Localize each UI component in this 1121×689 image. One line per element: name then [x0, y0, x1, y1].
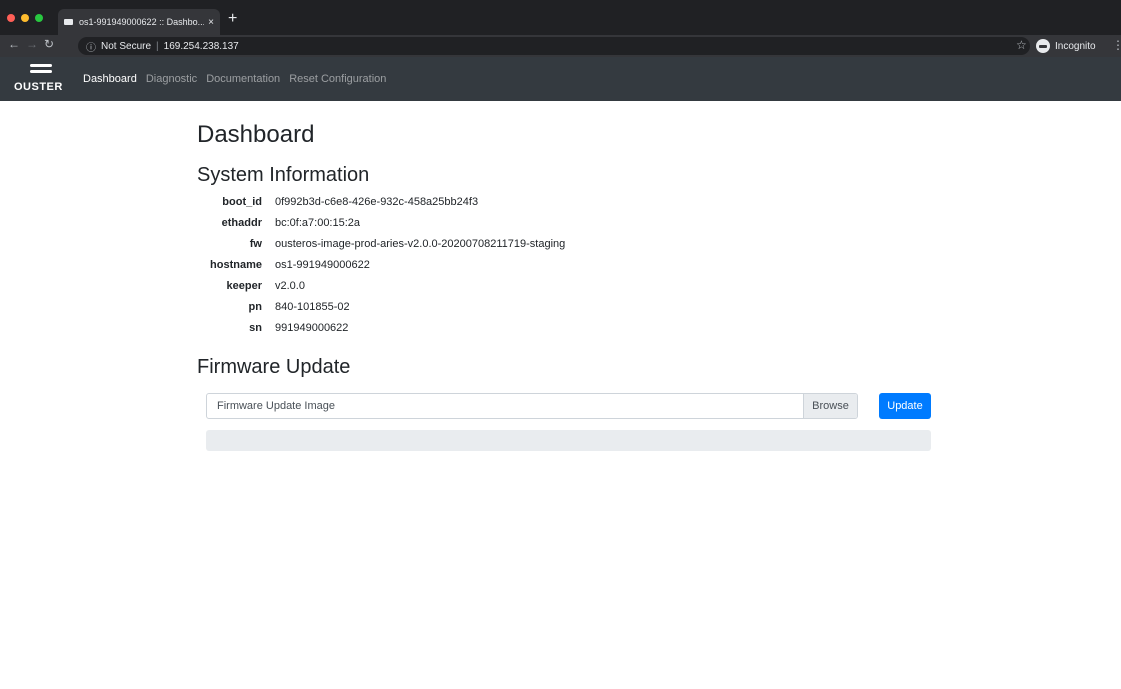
upload-progress-bar — [206, 430, 931, 451]
info-value: 991949000622 — [275, 322, 349, 334]
file-input-placeholder[interactable]: Firmware Update Image — [207, 400, 803, 412]
info-key: keeper — [226, 280, 262, 292]
favicon-icon — [64, 19, 73, 25]
address-bar[interactable]: ⓘ Not Secure | 169.254.238.137 — [78, 37, 1030, 55]
address-separator: | — [156, 40, 159, 52]
nav-link-documentation[interactable]: Documentation — [206, 73, 280, 85]
security-label: Not Secure — [101, 40, 152, 52]
info-row: hostname os1-991949000622 — [197, 255, 565, 276]
system-information-table: boot_id 0f992b3d-c6e8-426e-932c-458a25bb2… — [197, 192, 565, 339]
info-row: fw ousteros-image-prod-aries-v2.0.0-20200… — [197, 234, 566, 255]
close-tab-icon[interactable]: × — [208, 17, 214, 28]
nav-links: Dashboard Diagnostic Documentation Reset… — [83, 73, 395, 85]
info-value: ousteros-image-prod-aries-v2.0.0-2020070… — [275, 238, 566, 250]
maximize-window-button[interactable] — [35, 14, 43, 22]
reload-icon[interactable]: ↻ — [44, 37, 54, 51]
site-navbar: OUSTER Dashboard Diagnostic Documentatio… — [0, 57, 1121, 101]
main-content: Dashboard System Information boot_id 0f99… — [197, 101, 937, 451]
nav-link-dashboard[interactable]: Dashboard — [83, 73, 137, 85]
info-row: pn 840-101855-02 — [197, 297, 565, 318]
browser-tab-bar: os1-991949000622 :: Dashbo... × + — [0, 0, 1121, 35]
forward-arrow-icon[interactable]: → — [26, 37, 38, 51]
info-icon[interactable]: ⓘ — [86, 39, 96, 54]
brand-name: OUSTER — [14, 81, 63, 93]
info-key: sn — [249, 322, 262, 334]
info-key: pn — [248, 301, 262, 313]
info-row: ethaddr bc:0f:a7:00:15:2a — [197, 213, 565, 234]
tab-title: os1-991949000622 :: Dashbo... — [79, 17, 205, 27]
info-value: v2.0.0 — [275, 280, 305, 292]
bookmark-star-icon[interactable]: ☆ — [1016, 38, 1027, 52]
nav-link-reset-configuration[interactable]: Reset Configuration — [289, 73, 386, 85]
info-key: boot_id — [222, 196, 262, 208]
info-value: 0f992b3d-c6e8-426e-932c-458a25bb24f3 — [275, 196, 479, 208]
info-row: sn 991949000622 — [197, 318, 565, 339]
url-text[interactable]: 169.254.238.137 — [164, 41, 239, 52]
update-button[interactable]: Update — [879, 393, 931, 419]
info-value: os1-991949000622 — [275, 259, 370, 271]
new-tab-button[interactable]: + — [228, 10, 237, 28]
incognito-indicator[interactable]: Incognito — [1036, 37, 1096, 55]
browse-button[interactable]: Browse — [803, 394, 857, 418]
browser-tab[interactable]: os1-991949000622 :: Dashbo... × — [58, 9, 220, 35]
browser-toolbar: ← → ↻ ⓘ Not Secure | 169.254.238.137 ☆ I… — [0, 35, 1121, 57]
info-row: keeper v2.0.0 — [197, 276, 565, 297]
minimize-window-button[interactable] — [21, 14, 29, 22]
info-row: boot_id 0f992b3d-c6e8-426e-932c-458a25bb2… — [197, 192, 565, 213]
firmware-file-input[interactable]: Firmware Update Image Browse — [206, 393, 858, 419]
system-information-heading: System Information — [197, 164, 370, 186]
incognito-icon — [1036, 39, 1050, 53]
info-value: bc:0f:a7:00:15:2a — [275, 217, 361, 229]
info-key: ethaddr — [221, 217, 262, 229]
info-key: hostname — [210, 259, 262, 271]
back-arrow-icon[interactable]: ← — [8, 37, 20, 51]
close-window-button[interactable] — [7, 14, 15, 22]
logo-mark-icon — [30, 64, 52, 78]
firmware-update-heading: Firmware Update — [197, 356, 351, 378]
info-value: 840-101855-02 — [275, 301, 350, 313]
info-key: fw — [249, 238, 262, 250]
firmware-upload-row: Firmware Update Image Browse Update — [206, 393, 931, 419]
incognito-label: Incognito — [1055, 40, 1096, 52]
page-title: Dashboard — [197, 121, 315, 148]
ouster-logo[interactable]: OUSTER — [14, 61, 68, 97]
browser-menu-icon[interactable]: ⋮ — [1112, 38, 1121, 52]
nav-link-diagnostic[interactable]: Diagnostic — [146, 73, 197, 85]
